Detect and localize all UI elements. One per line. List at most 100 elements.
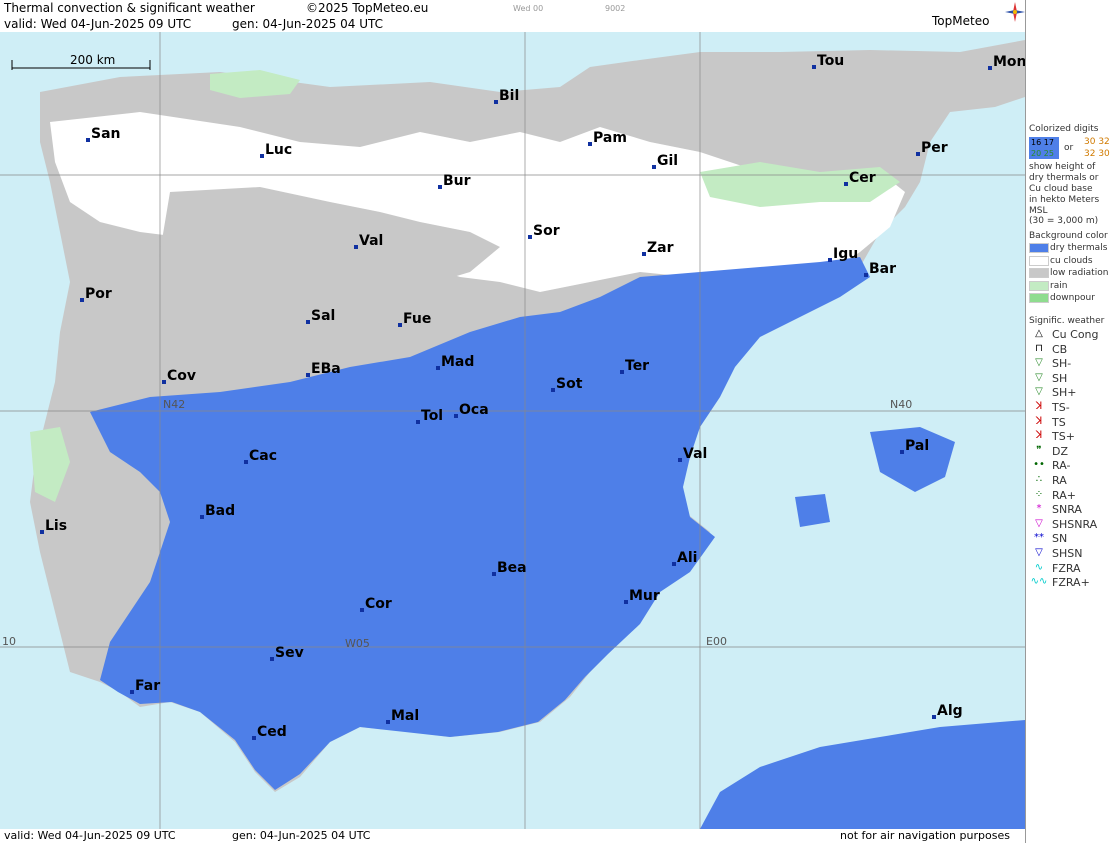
city-marker: [386, 720, 390, 724]
drizzle-icon: ❞: [1036, 444, 1042, 456]
city-label: Bea: [497, 560, 527, 576]
legend-swatch-label: downpour: [1050, 293, 1095, 303]
legend-wx-label: SHSN: [1052, 547, 1083, 560]
legend-wx-label: RA+: [1052, 488, 1076, 502]
cb-icon: ⊓: [1035, 342, 1043, 354]
city-marker: [270, 657, 274, 661]
city-marker: [438, 185, 442, 189]
legend-wx-label: SH+: [1052, 386, 1077, 400]
legend-swatch-label: cu clouds: [1050, 255, 1093, 266]
city-label: Tou: [817, 53, 844, 69]
city-label: Igu: [833, 246, 858, 262]
grid-label-e00: E00: [706, 635, 727, 648]
city-marker: [642, 252, 646, 256]
city-label: Pam: [593, 130, 627, 146]
legend-wx-label: TS-: [1052, 401, 1070, 414]
city-marker: [200, 515, 204, 519]
city-label: Bar: [869, 261, 896, 277]
city-label: Cor: [365, 596, 392, 612]
city-marker: [672, 562, 676, 566]
legend-wx-label: FZRA+: [1052, 576, 1090, 590]
city-marker: [454, 414, 458, 418]
legend-desc-4: in hekto Meters: [1029, 195, 1100, 205]
city-label: Mur: [629, 588, 660, 604]
city-label: Luc: [265, 142, 292, 158]
grid-label-n42: N42: [163, 398, 185, 411]
freezing-rain-heavy-icon: ∿∿: [1030, 576, 1048, 588]
compass-logo-icon: [1005, 2, 1025, 22]
city-label: Sal: [311, 308, 335, 324]
city-label: Cac: [249, 448, 277, 464]
digits-or: or: [1064, 143, 1074, 153]
thunderstorm-icon: ꓘ: [1035, 415, 1043, 427]
city-marker: [624, 600, 628, 604]
legend-wx-label: SNRA: [1052, 503, 1082, 517]
city-label: Mal: [391, 708, 419, 724]
legend-desc-5: MSL: [1029, 206, 1048, 216]
city-marker: [86, 138, 90, 142]
city-label: Bad: [205, 503, 235, 519]
city-label: Lis: [45, 518, 67, 534]
copyright: ©2025 TopMeteo.eu: [306, 1, 429, 15]
city-label: Sor: [533, 223, 560, 239]
city-label: San: [91, 126, 121, 142]
digits-orange-d: 32 30: [1084, 149, 1110, 159]
city-marker: [130, 690, 134, 694]
city-label: Por: [85, 286, 112, 302]
legend-wx-label: DZ: [1052, 444, 1069, 458]
city-label: Fue: [403, 311, 431, 327]
city-marker: [828, 258, 832, 262]
ibiza-island: [795, 494, 830, 527]
city-marker: [40, 530, 44, 534]
city-marker: [306, 320, 310, 324]
city-marker: [812, 65, 816, 69]
city-marker: [162, 380, 166, 384]
city-label: Gil: [657, 153, 678, 169]
shower-heavy-icon: ▽: [1035, 386, 1043, 398]
cu-cong-icon: △: [1035, 328, 1043, 339]
city-marker: [652, 165, 656, 169]
thunderstorm-light-icon: ꓘ: [1035, 401, 1043, 412]
code-label-1: Wed 00: [513, 4, 544, 13]
city-marker: [492, 572, 496, 576]
topmeteo-logo: TopMeteo: [932, 14, 990, 28]
city-marker: [844, 182, 848, 186]
city-label: Val: [359, 233, 383, 249]
legend-swatch-label: low radiation: [1050, 268, 1109, 278]
city-label: Mad: [441, 354, 474, 370]
city-label: Mon: [993, 54, 1025, 70]
legend-swatch: [1029, 255, 1049, 266]
legend-wx-label: RA: [1052, 474, 1067, 487]
city-label: Alg: [937, 703, 963, 719]
grid-label-w05: W05: [345, 637, 370, 650]
city-label: Far: [135, 678, 160, 694]
legend-wx-label: TS: [1052, 415, 1066, 429]
city-marker: [528, 235, 532, 239]
legend-swatch: [1029, 268, 1049, 278]
snow-icon: **: [1034, 532, 1044, 544]
city-label: Oca: [459, 402, 489, 418]
shower-light-icon: ▽: [1035, 357, 1043, 369]
map-footer: valid: Wed 04-Jun-2025 09 UTC gen: 04-Ju…: [0, 829, 1025, 843]
legend-wx-label: SH: [1052, 371, 1068, 385]
rain-icon: ∴: [1035, 474, 1043, 485]
map-header: Thermal convection & significant weather…: [0, 0, 1025, 32]
legend-swatch-label: rain: [1050, 280, 1068, 291]
city-marker: [916, 152, 920, 156]
rain-light-icon: ••: [1033, 459, 1045, 471]
valid-time: valid: Wed 04-Jun-2025 09 UTC: [4, 17, 192, 31]
city-marker: [360, 608, 364, 612]
city-label: Bil: [499, 88, 519, 104]
snow-rain-shower-icon: ▽: [1035, 517, 1043, 529]
city-marker: [900, 450, 904, 454]
thunderstorm-heavy-icon: ꓘ: [1035, 430, 1043, 442]
legend-desc-2: dry thermals or: [1029, 173, 1099, 183]
city-marker: [932, 715, 936, 719]
city-marker: [551, 388, 555, 392]
legend-swatch: [1029, 293, 1049, 303]
weather-map[interactable]: 200 km N40 E00 W05 10 N42 San Bil Tou Mon Pa…: [0, 32, 1025, 829]
city-marker: [620, 370, 624, 374]
grid-label-n40: N40: [890, 398, 912, 411]
city-label: Bur: [443, 173, 471, 189]
code-label-2: 9002: [605, 4, 626, 13]
